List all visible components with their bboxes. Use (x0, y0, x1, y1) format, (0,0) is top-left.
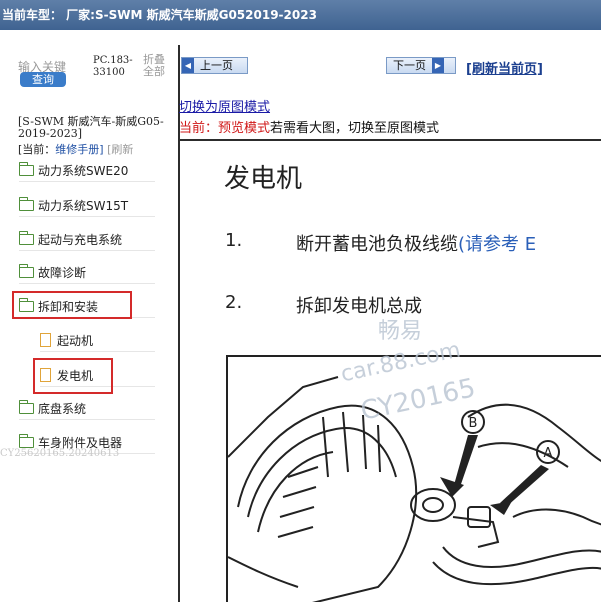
tree-item-diagnosis[interactable]: 故障诊断 (19, 261, 155, 284)
step-number: 1. (225, 230, 243, 251)
watermark-text: 畅易 (378, 319, 423, 344)
search-button[interactable]: 查询 (20, 72, 66, 87)
step-text: 断开蓄电池负极线缆(请参考 E (296, 230, 536, 256)
model-name: [S-SWM 斯威汽车-斯威G05-2019-2023] (18, 115, 164, 140)
tree-item-start-charge[interactable]: 起动与充电系统 (19, 228, 155, 251)
tree-item-label: 底盘系统 (38, 401, 87, 416)
document-icon (40, 333, 51, 347)
step-reference-link[interactable]: (请参考 E (458, 234, 536, 255)
current-mode-label: 当前： (179, 121, 219, 136)
tree-item-power-swe20[interactable]: 动力系统SWE20 (19, 159, 155, 182)
arrow-left-icon: ◀ (182, 58, 194, 73)
tree-item-chassis[interactable]: 底盘系统 (19, 397, 155, 420)
sidebar-watermark: CY25620165.20240613 (0, 448, 120, 459)
folder-icon (19, 433, 34, 448)
tree-item-power-sw15t[interactable]: 动力系统SW15T (19, 194, 155, 217)
tree-item-starter[interactable]: 起动机 (40, 329, 155, 352)
pc-code: PC.183-33100 (93, 55, 133, 78)
highlight-box-removal (12, 291, 132, 319)
next-page-label: 下一页 (393, 59, 426, 72)
document-title: 发电机 (224, 164, 303, 194)
highlight-box-generator (33, 358, 113, 394)
folder-icon (19, 399, 34, 414)
current-section: [当前：维修手册] [刷新 (18, 141, 133, 157)
next-page-button[interactable]: ▶ 下一页 (386, 57, 456, 74)
folder-icon (19, 161, 34, 176)
tree-item-label: 起动与充电系统 (38, 232, 123, 247)
current-mode: 当前：预览模式若需看大图，切换至原图模式 (179, 117, 439, 136)
content-divider (178, 139, 601, 141)
arrow-right-icon: ▶ (432, 58, 444, 73)
folder-icon (19, 230, 34, 245)
fold-all-button[interactable]: 折叠全部 (143, 54, 173, 78)
prev-page-label: 上一页 (200, 59, 233, 72)
folder-icon (19, 263, 34, 278)
tree-item-label: 动力系统SWE20 (38, 163, 129, 178)
step-text-main: 断开蓄电池负极线缆 (296, 234, 458, 255)
switch-original-mode-link[interactable]: 切换为原图模式 (179, 96, 270, 115)
step-number: 2. (225, 292, 243, 313)
tree-item-label: 动力系统SW15T (38, 198, 129, 213)
callout-label: B (469, 416, 478, 431)
current-manual: 维修手册] (55, 143, 104, 156)
current-prefix: [当前： (18, 143, 56, 156)
callout-label: A (544, 446, 553, 461)
tree-item-label: 起动机 (57, 333, 94, 348)
folder-icon (19, 196, 34, 211)
refresh-page-link[interactable]: [刷新当前页] (466, 58, 543, 77)
sidebar-refresh-link[interactable]: [刷新 (107, 143, 133, 156)
window-title: 当前车型： 厂家:S-SWM 斯威汽车斯威G052019-2023 (2, 8, 317, 22)
current-mode-hint: 若需看大图，切换至原图模式 (270, 121, 440, 136)
window-title-bar: 当前车型： 厂家:S-SWM 斯威汽车斯威G052019-2023 (0, 0, 601, 30)
tree-item-label: 故障诊断 (38, 265, 87, 280)
prev-page-button[interactable]: ◀ 上一页 (181, 57, 248, 74)
current-mode-value: 预览模式 (218, 121, 271, 136)
